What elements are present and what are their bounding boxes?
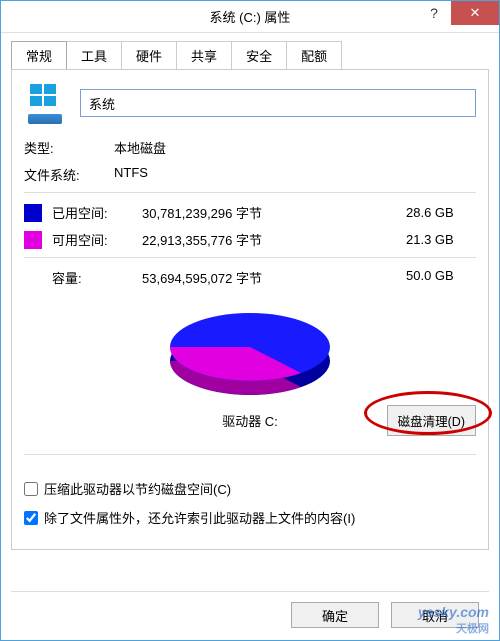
cancel-button[interactable]: 取消: [391, 602, 479, 628]
tab-security[interactable]: 安全: [231, 41, 287, 69]
separator: [24, 454, 476, 455]
tab-tools[interactable]: 工具: [66, 41, 122, 69]
free-swatch: [24, 231, 42, 249]
general-panel: 类型: 本地磁盘 文件系统: NTFS 已用空间: 30,781,239,296…: [11, 69, 489, 550]
ok-button[interactable]: 确定: [291, 602, 379, 628]
capacity-gb: 50.0 GB: [406, 268, 476, 287]
separator: [24, 192, 476, 193]
free-bytes: 22,913,355,776 字节: [142, 230, 406, 249]
close-button[interactable]: ✕: [451, 1, 499, 25]
header-row: [24, 82, 476, 124]
tab-general[interactable]: 常规: [11, 41, 67, 69]
used-gb: 28.6 GB: [406, 205, 476, 220]
type-label: 类型:: [24, 138, 114, 157]
capacity-bytes: 53,694,595,072 字节: [142, 268, 406, 287]
index-label: 除了文件属性外，还允许索引此驱动器上文件的内容(I): [44, 508, 355, 527]
type-row: 类型: 本地磁盘: [24, 138, 476, 157]
tab-quota[interactable]: 配额: [286, 41, 342, 69]
free-space-row: 可用空间: 22,913,355,776 字节 21.3 GB: [24, 230, 476, 249]
window-title: 系统 (C:) 属性: [210, 7, 291, 26]
used-bytes: 30,781,239,296 字节: [142, 203, 406, 222]
used-swatch: [24, 204, 42, 222]
separator: [24, 257, 476, 258]
properties-window: 系统 (C:) 属性 ? ✕ 常规 工具 硬件 共享 安全 配额 类型: 本地磁…: [0, 0, 500, 641]
capacity-label: 容量:: [24, 268, 142, 287]
filesystem-label: 文件系统:: [24, 165, 114, 184]
tab-hardware[interactable]: 硬件: [121, 41, 177, 69]
bottom-separator: [11, 591, 489, 592]
compress-label: 压缩此驱动器以节约磁盘空间(C): [44, 479, 231, 498]
drive-caption-row: 驱动器 C: 磁盘清理(D): [24, 411, 476, 430]
used-space-row: 已用空间: 30,781,239,296 字节 28.6 GB: [24, 203, 476, 222]
dialog-buttons: 确定 取消: [291, 602, 479, 628]
usage-pie-chart: [150, 297, 350, 407]
titlebar: 系统 (C:) 属性 ? ✕: [1, 1, 499, 33]
drive-name-input[interactable]: [80, 89, 476, 117]
index-checkbox[interactable]: [24, 511, 38, 525]
tab-bar: 常规 工具 硬件 共享 安全 配额: [1, 33, 499, 69]
help-button[interactable]: ?: [419, 1, 449, 25]
compress-option[interactable]: 压缩此驱动器以节约磁盘空间(C): [24, 479, 476, 498]
compress-checkbox[interactable]: [24, 482, 38, 496]
free-gb: 21.3 GB: [406, 232, 476, 247]
filesystem-value: NTFS: [114, 165, 476, 184]
type-value: 本地磁盘: [114, 138, 476, 157]
capacity-row: 容量: 53,694,595,072 字节 50.0 GB: [24, 268, 476, 287]
disk-cleanup-button[interactable]: 磁盘清理(D): [387, 405, 476, 436]
tab-sharing[interactable]: 共享: [176, 41, 232, 69]
filesystem-row: 文件系统: NTFS: [24, 165, 476, 184]
free-label: 可用空间:: [52, 230, 142, 249]
options-group: 压缩此驱动器以节约磁盘空间(C) 除了文件属性外，还允许索引此驱动器上文件的内容…: [24, 479, 476, 527]
drive-icon: [24, 82, 66, 124]
used-label: 已用空间:: [52, 203, 142, 222]
pie-chart-wrap: [24, 297, 476, 407]
index-option[interactable]: 除了文件属性外，还允许索引此驱动器上文件的内容(I): [24, 508, 476, 527]
